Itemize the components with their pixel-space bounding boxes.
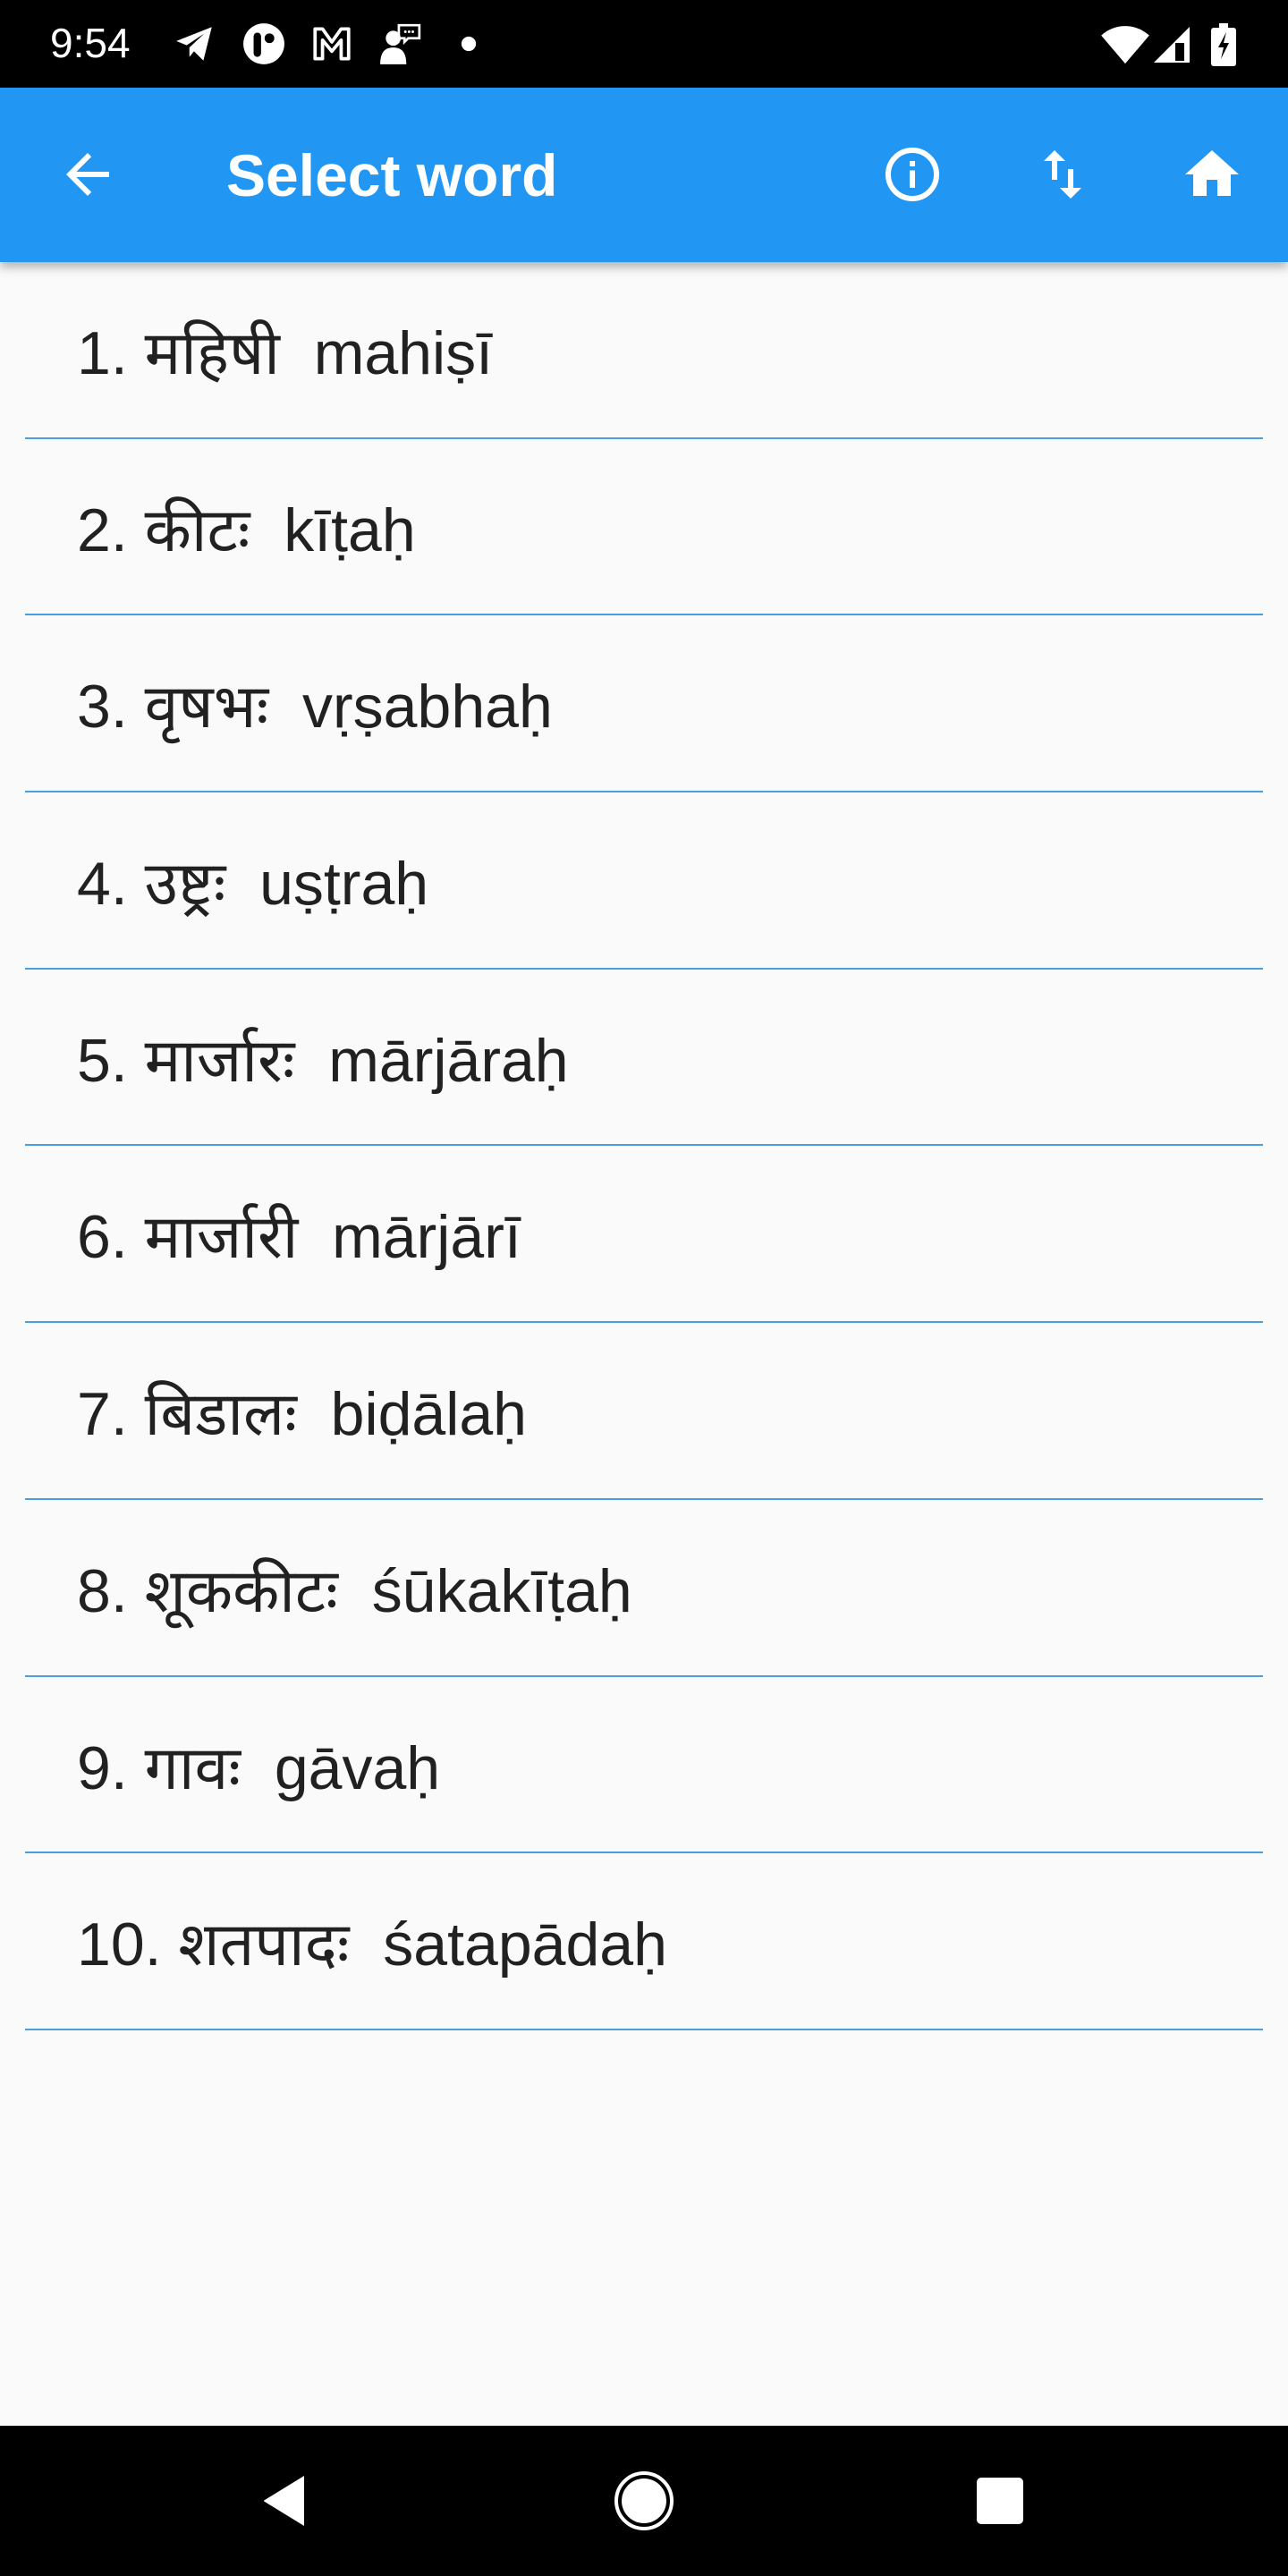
word-list: 1. महिषी mahiṣī 2. कीटः kīṭaḥ 3. वृषभः v… xyxy=(0,262,1288,2030)
back-triangle-icon xyxy=(264,2476,304,2526)
nav-back-button[interactable] xyxy=(242,2456,331,2546)
word-label: 5. मार्जारः mārjāraḥ xyxy=(77,1026,569,1095)
nav-home-button[interactable] xyxy=(599,2456,689,2546)
recents-square-icon xyxy=(977,2478,1023,2524)
word-list-item[interactable]: 8. शूककीटः śūkakīṭaḥ xyxy=(0,1500,1288,1677)
word-label: 2. कीटः kīṭaḥ xyxy=(77,496,416,564)
word-label: 9. गावः gāvaḥ xyxy=(77,1733,441,1802)
system-nav-bar xyxy=(0,2426,1288,2576)
word-list-item[interactable]: 4. उष्ट्रः uṣṭraḥ xyxy=(0,792,1288,970)
back-button[interactable] xyxy=(38,125,137,224)
info-icon xyxy=(886,148,939,201)
home-button[interactable] xyxy=(1163,125,1261,224)
word-list-item[interactable]: 1. महिषी mahiṣī xyxy=(0,262,1288,439)
word-label: 6. मार्जारी mārjārī xyxy=(77,1203,521,1272)
word-list-item[interactable]: 5. मार्जारः mārjāraḥ xyxy=(0,970,1288,1147)
word-label: 1. महिषी mahiṣī xyxy=(77,319,493,387)
swap-order-button[interactable] xyxy=(1013,125,1112,224)
status-time: 9:54 xyxy=(50,20,131,66)
telegram-icon xyxy=(173,21,217,66)
word-list-item[interactable]: 10. शतपादः śatapādaḥ xyxy=(0,1853,1288,2030)
wifi-icon xyxy=(1100,21,1150,66)
word-list-item[interactable]: 2. कीटः kīṭaḥ xyxy=(0,439,1288,616)
more-dot-icon xyxy=(461,36,477,52)
person-chat-icon xyxy=(378,21,423,66)
divider xyxy=(25,2028,1263,2030)
word-label: 10. शतपादः śatapādaḥ xyxy=(77,1911,667,1979)
arrow-back-icon xyxy=(66,153,109,196)
info-button[interactable] xyxy=(863,125,962,224)
word-list-item[interactable]: 7. बिडालः biḍālaḥ xyxy=(0,1323,1288,1500)
word-label: 3. वृषभः vṛṣabhaḥ xyxy=(77,673,553,741)
word-label: 4. उष्ट्रः uṣṭraḥ xyxy=(77,850,429,919)
status-bar: 9:54 xyxy=(0,0,1288,88)
home-circle-icon xyxy=(614,2471,674,2530)
app-circle-icon xyxy=(242,21,286,66)
nav-recents-button[interactable] xyxy=(955,2456,1045,2546)
word-label: 8. शूककीटः śūkakīṭaḥ xyxy=(77,1556,632,1625)
word-list-item[interactable]: 6. मार्जारी mārjārī xyxy=(0,1146,1288,1324)
word-list-item[interactable]: 9. गावः gāvaḥ xyxy=(0,1677,1288,1854)
word-list-item[interactable]: 3. वृषभः vṛṣabhaḥ xyxy=(0,615,1288,793)
gmail-icon xyxy=(309,21,354,66)
app-bar: Select word xyxy=(0,88,1288,262)
swap-vert-icon xyxy=(1044,150,1081,199)
cell-signal-icon xyxy=(1152,25,1191,64)
word-label: 7. बिडालः biḍālaḥ xyxy=(77,1380,527,1449)
page-title: Select word xyxy=(226,142,558,208)
battery-charging-icon xyxy=(1210,23,1237,66)
home-icon xyxy=(1185,150,1239,196)
